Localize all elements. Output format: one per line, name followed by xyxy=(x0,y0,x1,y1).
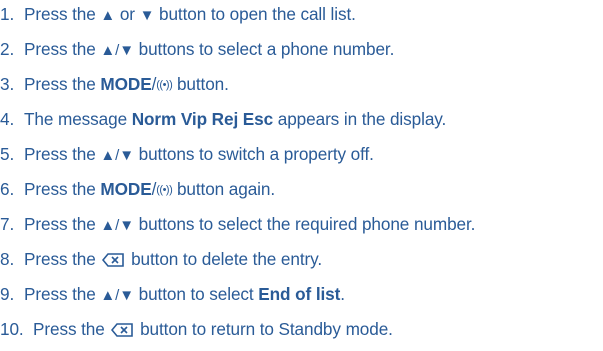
down-arrow-icon: ▼ xyxy=(139,7,155,24)
ring-mode-icon: ((•)) xyxy=(156,79,173,91)
step-1: 1. Press the ▲ or ▼ button to open the ca… xyxy=(0,4,356,24)
step-number: 4. xyxy=(0,109,15,129)
step-3: 3. Press the MODE/((•)) button. xyxy=(0,74,229,94)
up-down-arrows-icon: ▲/▼ xyxy=(100,147,134,164)
end-of-list-label: End of list xyxy=(258,284,341,304)
step-number: 1. xyxy=(0,4,15,24)
step-6: 6. Press the MODE/((•)) button again. xyxy=(0,179,276,199)
step-number: 3. xyxy=(0,74,15,94)
step-number: 10. xyxy=(0,319,24,339)
step-number: 7. xyxy=(0,214,15,234)
step-7: 7. Press the ▲/▼ buttons to select the re… xyxy=(0,214,476,234)
mode-key-label: MODE xyxy=(100,74,152,94)
step-10: 10. Press the button to return to Standby… xyxy=(0,317,393,341)
backspace-delete-icon xyxy=(102,249,125,273)
step-5: 5. Press the ▲/▼ buttons to switch a prop… xyxy=(0,144,374,164)
up-down-arrows-icon: ▲/▼ xyxy=(100,217,134,234)
step-8: 8. Press the button to delete the entry. xyxy=(0,247,322,271)
step-9: 9. Press the ▲/▼ button to select End of … xyxy=(0,284,345,304)
step-number: 5. xyxy=(0,144,15,164)
up-down-arrows-icon: ▲/▼ xyxy=(100,287,134,304)
step-number: 6. xyxy=(0,179,15,199)
up-arrow-icon: ▲ xyxy=(100,7,116,24)
step-number: 8. xyxy=(0,249,15,269)
step-number: 9. xyxy=(0,284,15,304)
instruction-list: 1. Press the ▲ or ▼ button to open the ca… xyxy=(0,0,603,351)
step-4: 4. The message Norm Vip Rej Esc appears i… xyxy=(0,109,447,129)
step-2: 2. Press the ▲/▼ buttons to select a phon… xyxy=(0,39,395,59)
up-down-arrows-icon: ▲/▼ xyxy=(100,42,134,59)
step-number: 2. xyxy=(0,39,15,59)
backspace-delete-icon xyxy=(111,319,134,343)
ring-mode-icon: ((•)) xyxy=(156,184,173,196)
mode-key-label: MODE xyxy=(100,179,152,199)
display-message: Norm Vip Rej Esc xyxy=(131,109,274,129)
